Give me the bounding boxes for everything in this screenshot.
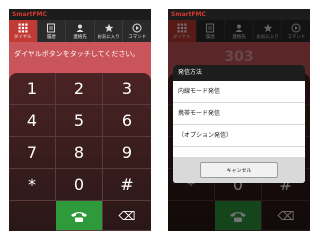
app-title: SmartFMC [168,9,310,20]
tab-dial[interactable]: ダイヤル [9,20,38,42]
key-4[interactable]: 4 [9,105,56,137]
backspace-button[interactable]: ⌫ [103,201,151,231]
app-title: SmartFMC [9,9,151,20]
tab-label: 履歴 [46,34,56,40]
command-icon [132,23,142,32]
option-extension-mode[interactable]: 内線モード発信 [173,81,305,103]
key-6[interactable]: 6 [103,105,151,137]
dialog-title: 発信方法 [173,65,305,81]
key-5[interactable]: 5 [56,105,103,137]
call-method-dialog: 発信方法 内線モード発信 携帯モード発信 （オプション発信） キャンセル [173,65,305,183]
key-8[interactable]: 8 [56,137,103,169]
option-optional-call[interactable]: （オプション発信） [173,125,305,147]
star-icon [104,23,113,32]
key-9[interactable]: 9 [103,137,151,169]
call-method-screen: SmartFMC ダイヤル 履歴 連絡先 お気に入り コマンド 303 1 2 … [168,9,310,231]
tab-bar: ダイヤル 履歴 連絡先 お気に入り コマンド [9,20,151,42]
call-button[interactable] [56,201,103,231]
key-star[interactable]: * [9,169,56,201]
tab-label: お気に入り [97,34,120,40]
tab-contacts[interactable]: 連絡先 [66,20,95,42]
cancel-button[interactable]: キャンセル [200,162,278,178]
key-hash[interactable]: # [103,169,151,201]
tab-label: 連絡先 [73,34,87,40]
dialer-screen: SmartFMC ダイヤル 履歴 連絡先 お気に入り コマンド ダイヤルボタンを… [9,9,151,231]
keypad-icon [18,23,28,32]
tab-history[interactable]: 履歴 [38,20,67,42]
key-2[interactable]: 2 [56,73,103,105]
dialog-footer: キャンセル [173,157,305,183]
dial-prompt: ダイヤルボタンをタッチしてください。 [14,50,140,58]
tab-favorites[interactable]: お気に入り [95,20,124,42]
key-3[interactable]: 3 [103,73,151,105]
history-icon [47,23,56,32]
key-0[interactable]: 0 [56,169,103,201]
contacts-icon [76,24,84,32]
tab-command[interactable]: コマンド [123,20,151,42]
key-7[interactable]: 7 [9,137,56,169]
tab-label: ダイヤル [13,34,32,40]
key-1[interactable]: 1 [9,73,56,105]
tab-label: コマンド [128,34,147,40]
option-mobile-mode[interactable]: 携帯モード発信 [173,103,305,125]
phone-icon [71,211,87,222]
keypad: 1 2 3 4 5 6 7 8 9 * 0 # ⌫ [9,73,151,231]
